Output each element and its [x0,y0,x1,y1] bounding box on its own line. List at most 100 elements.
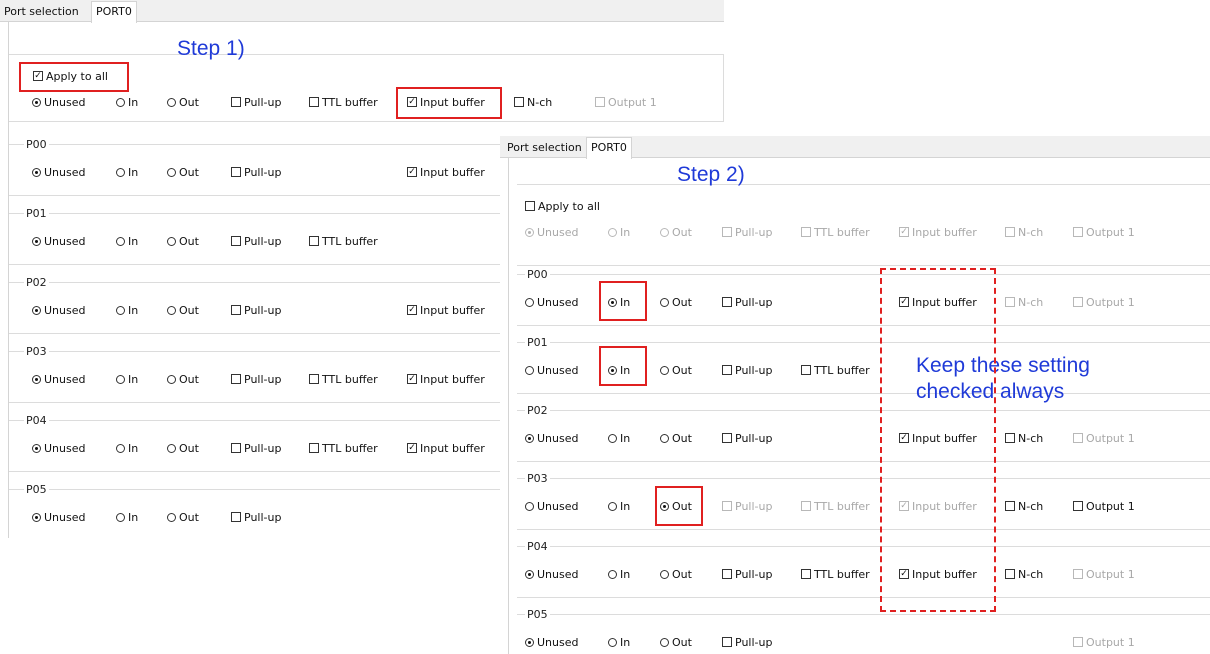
all-pullup-checkbox[interactable]: Pull-up [722,224,772,240]
apply-to-all-checkbox[interactable]: Apply to all [525,198,600,214]
p04-out-radio[interactable]: Out [167,440,199,456]
p05-pullup-checkbox[interactable]: Pull-up [722,634,772,650]
p02-unused-radio[interactable]: Unused [525,430,578,446]
p00-unused-radio-indicator [525,297,534,307]
all-input-buffer-checkbox-label: Input buffer [912,225,977,239]
p00-output1-checkbox-label: Output 1 [1086,295,1135,309]
p03-nch-checkbox[interactable]: N-ch [1005,498,1043,514]
p01-out-radio-indicator [167,236,176,246]
p03-in-radio[interactable]: In [116,371,138,387]
p02-output1-checkbox[interactable]: Output 1 [1073,430,1135,446]
p02-in-radio[interactable]: In [116,302,138,318]
p02-in-radio-label: In [128,303,139,317]
p02-pullup-checkbox[interactable]: Pull-up [231,302,281,318]
p00-input-buffer-checkbox-label: Input buffer [420,165,485,179]
p03-out-radio[interactable]: Out [167,371,199,387]
p01-unused-radio[interactable]: Unused [32,233,85,249]
all-output1-checkbox-label: Output 1 [608,95,657,109]
p05-unused-radio[interactable]: Unused [32,509,85,525]
all-nch-checkbox[interactable]: N-ch [514,94,552,110]
all-ttl-checkbox[interactable]: TTL buffer [801,224,870,240]
all-unused-radio[interactable]: Unused [32,94,85,110]
step2-annotation: Step 2) [677,163,745,186]
all-unused-radio-indicator [32,97,41,107]
p02-pullup-checkbox[interactable]: Pull-up [722,430,772,446]
p03-output1-checkbox[interactable]: Output 1 [1073,498,1135,514]
p00-unused-radio-indicator [32,167,41,177]
p01-ttl-checkbox[interactable]: TTL buffer [801,362,870,378]
p04-unused-radio[interactable]: Unused [32,440,85,456]
p00-pullup-checkbox[interactable]: Pull-up [231,164,281,180]
p04-in-radio[interactable]: In [116,440,138,456]
p01-unused-radio[interactable]: Unused [525,362,578,378]
all-out-radio[interactable]: Out [660,224,692,240]
all-output1-checkbox[interactable]: Output 1 [595,94,657,110]
highlight-apply-to-all [19,62,129,92]
p01-out-radio[interactable]: Out [660,362,692,378]
p04-output1-checkbox[interactable]: Output 1 [1073,566,1135,582]
p00-in-radio[interactable]: In [116,164,138,180]
p00-pullup-checkbox[interactable]: Pull-up [722,294,772,310]
p03-in-radio[interactable]: In [608,498,630,514]
p03-unused-radio[interactable]: Unused [525,498,578,514]
p05-out-radio[interactable]: Out [167,509,199,525]
all-pullup-checkbox[interactable]: Pull-up [231,94,281,110]
all-nch-checkbox[interactable]: N-ch [1005,224,1043,240]
tab-port-selection[interactable]: Port selection [4,2,79,21]
p00-unused-radio[interactable]: Unused [525,294,578,310]
all-in-radio[interactable]: In [116,94,138,110]
p03-ttl-checkbox[interactable]: TTL buffer [801,498,870,514]
p05-in-radio[interactable]: In [608,634,630,650]
p04-input-buffer-checkbox[interactable]: ✓ Input buffer [407,440,485,456]
tab-port0[interactable]: PORT0 [586,137,632,159]
p01-in-radio[interactable]: In [116,233,138,249]
p01-pullup-checkbox[interactable]: Pull-up [231,233,281,249]
p00-output1-checkbox-indicator [1073,297,1083,307]
p04-pullup-checkbox[interactable]: Pull-up [722,566,772,582]
p00-output1-checkbox[interactable]: Output 1 [1073,294,1135,310]
p01-ttl-checkbox[interactable]: TTL buffer [309,233,378,249]
p05-out-radio[interactable]: Out [660,634,692,650]
p03-unused-radio[interactable]: Unused [32,371,85,387]
p02-in-radio[interactable]: In [608,430,630,446]
tab-port0[interactable]: PORT0 [91,1,137,23]
all-pullup-checkbox-indicator [231,97,241,107]
p02-unused-radio[interactable]: Unused [32,302,85,318]
p04-unused-radio[interactable]: Unused [525,566,578,582]
p05-in-radio-indicator [608,637,617,647]
p05-in-radio[interactable]: In [116,509,138,525]
p00-nch-checkbox[interactable]: N-ch [1005,294,1043,310]
all-ttl-checkbox[interactable]: TTL buffer [309,94,378,110]
p02-input-buffer-checkbox[interactable]: ✓ Input buffer [407,302,485,318]
p04-in-radio[interactable]: In [608,566,630,582]
p00-unused-radio[interactable]: Unused [32,164,85,180]
all-input-buffer-checkbox[interactable]: ✓ Input buffer [899,224,977,240]
p02-nch-checkbox[interactable]: N-ch [1005,430,1043,446]
p01-out-radio[interactable]: Out [167,233,199,249]
p02-out-radio[interactable]: Out [167,302,199,318]
all-in-radio[interactable]: In [608,224,630,240]
p04-pullup-checkbox[interactable]: Pull-up [231,440,281,456]
p04-ttl-checkbox[interactable]: TTL buffer [309,440,378,456]
p01-pullup-checkbox[interactable]: Pull-up [722,362,772,378]
p05-unused-radio[interactable]: Unused [525,634,578,650]
p00-out-radio[interactable]: Out [167,164,199,180]
p03-ttl-checkbox[interactable]: TTL buffer [309,371,378,387]
p04-nch-checkbox[interactable]: N-ch [1005,566,1043,582]
all-out-radio[interactable]: Out [167,94,199,110]
all-unused-radio[interactable]: Unused [525,224,578,240]
p03-pullup-checkbox[interactable]: Pull-up [231,371,281,387]
p00-out-radio[interactable]: Out [660,294,692,310]
all-output1-checkbox[interactable]: Output 1 [1073,224,1135,240]
p04-ttl-checkbox[interactable]: TTL buffer [801,566,870,582]
p05-pullup-checkbox[interactable]: Pull-up [231,509,281,525]
p05-output1-checkbox[interactable]: Output 1 [1073,634,1135,650]
tab-port-selection[interactable]: Port selection [507,138,582,157]
p00-unused-radio-label: Unused [537,295,579,309]
p00-input-buffer-checkbox[interactable]: ✓ Input buffer [407,164,485,180]
p03-input-buffer-checkbox[interactable]: ✓ Input buffer [407,371,485,387]
p04-out-radio[interactable]: Out [660,566,692,582]
p03-pullup-checkbox[interactable]: Pull-up [722,498,772,514]
p02-pullup-checkbox-indicator [231,305,241,315]
p02-out-radio[interactable]: Out [660,430,692,446]
